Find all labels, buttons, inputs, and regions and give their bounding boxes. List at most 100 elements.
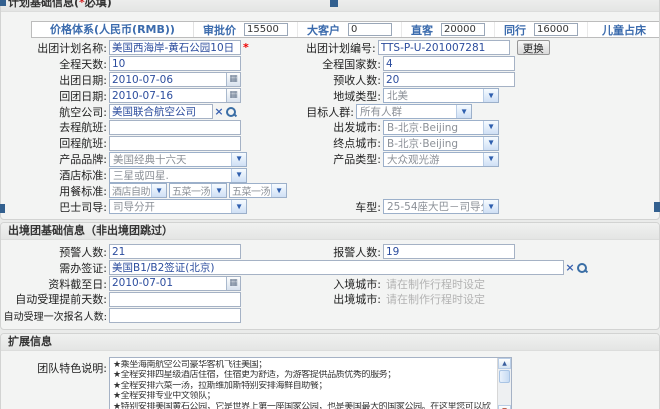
total-days-label: 全程天数: bbox=[1, 56, 107, 72]
peer-price-input[interactable] bbox=[534, 23, 578, 36]
change-plan-no-button[interactable]: 更换 bbox=[517, 40, 550, 55]
entry-city-placeholder: 请在制作行程时设定 bbox=[383, 276, 485, 292]
region-type-select[interactable]: 北美 bbox=[383, 88, 499, 103]
scroll-track[interactable] bbox=[498, 384, 511, 405]
child-bed-price-label: 儿童占床 bbox=[588, 22, 646, 38]
alarm-pax-input[interactable] bbox=[383, 244, 515, 259]
visa-input[interactable] bbox=[109, 260, 564, 275]
key-account-price-input[interactable] bbox=[348, 23, 392, 36]
return-date-input[interactable]: 2010-07-16 bbox=[109, 88, 241, 103]
product-type-select[interactable]: 大众观光游 bbox=[383, 152, 499, 167]
price-group-peer: 同行 bbox=[495, 22, 588, 37]
auto-accept-pax-label: 自动受理一次报名人数: bbox=[1, 308, 107, 323]
form-row: 出团日期: 2010-07-06 预收人数: bbox=[1, 72, 659, 88]
target-group-select[interactable]: 所有人群 bbox=[356, 104, 472, 119]
auto-accept-pax-input[interactable] bbox=[109, 308, 241, 323]
feature-desc-textarea[interactable]: ★乘坐海南航空公司豪华客机飞往美国； ★全程安排四星级酒店住宿，住宿更为舒适，为… bbox=[109, 357, 512, 409]
form-row: 资料截至日: 2010-07-01 入境城市: 请在制作行程时设定 bbox=[1, 276, 659, 292]
scroll-thumb[interactable] bbox=[499, 370, 510, 383]
bus-guide-select[interactable]: 司导分开 bbox=[109, 199, 247, 214]
country-count-label: 全程国家数: bbox=[247, 56, 381, 72]
price-system-bar: 价格体系(人民币(RMB)) 审批价 大客户 直客 同行 儿童占床 bbox=[31, 21, 660, 38]
select-arrow-icon[interactable] bbox=[483, 89, 498, 102]
form-row: 需办签证: bbox=[1, 260, 659, 276]
direct-price-input[interactable] bbox=[441, 23, 485, 36]
form-row: 航空公司: 目标人群: 所有人群 bbox=[1, 104, 659, 120]
search-icon[interactable] bbox=[576, 262, 588, 274]
expected-pax-input[interactable] bbox=[383, 72, 515, 87]
section-title-outbound: 出境团基础信息（非出境团跳过） bbox=[1, 223, 659, 240]
select-arrow-icon[interactable] bbox=[483, 153, 498, 166]
calendar-icon[interactable] bbox=[226, 277, 240, 290]
form-row: 出团计划名称: * 出团计划编号: 更换 bbox=[1, 40, 659, 56]
approval-price-input[interactable] bbox=[244, 23, 288, 36]
target-group-value: 所有人群 bbox=[357, 104, 456, 119]
depart-date-input[interactable]: 2010-07-06 bbox=[109, 72, 241, 87]
plan-no-label: 出团计划编号: bbox=[249, 40, 376, 56]
brand-value: 美国经典十六天 bbox=[110, 152, 231, 167]
form-row: 回团日期: 2010-07-16 地域类型: 北美 bbox=[1, 88, 659, 104]
auto-accept-days-label: 自动受理提前天数: bbox=[1, 291, 107, 307]
calendar-icon[interactable] bbox=[226, 73, 240, 86]
select-arrow-icon[interactable] bbox=[483, 200, 498, 213]
clear-icon[interactable] bbox=[564, 261, 576, 274]
warning-pax-input[interactable] bbox=[109, 244, 241, 259]
depart-city-value: B-北京·Beijing bbox=[384, 120, 483, 135]
form-row: 预警人数: 报警人数: bbox=[1, 244, 659, 260]
meal-std-select-1[interactable]: 酒店自助 bbox=[109, 183, 167, 198]
select-arrow-icon[interactable] bbox=[231, 200, 246, 213]
direct-price-label: 直客 bbox=[411, 22, 433, 38]
brand-select[interactable]: 美国经典十六天 bbox=[109, 152, 247, 167]
form-row: 酒店标准: 三星或四星. bbox=[1, 167, 659, 183]
scrollbar[interactable] bbox=[497, 358, 511, 409]
plan-no-input[interactable] bbox=[378, 40, 510, 55]
vehicle-select[interactable]: 25-54座大巴－司导分开 bbox=[383, 199, 499, 214]
selection-handle bbox=[0, 204, 5, 213]
select-arrow-icon[interactable] bbox=[456, 105, 471, 118]
depart-city-select[interactable]: B-北京·Beijing bbox=[383, 120, 499, 135]
depart-flight-input[interactable] bbox=[109, 120, 241, 135]
panel-outbound-info: 出境团基础信息（非出境团跳过） 预警人数: 报警人数: 需办签证: 资料截至日:… bbox=[0, 222, 660, 330]
scroll-down-icon[interactable] bbox=[498, 405, 511, 409]
scroll-up-icon[interactable] bbox=[498, 358, 511, 369]
peer-price-label: 同行 bbox=[504, 22, 526, 38]
section-title-text: 计划基础信息( bbox=[8, 0, 79, 9]
meal-std-select-2[interactable]: 五菜一汤 bbox=[169, 183, 227, 198]
hotel-std-select[interactable]: 三星或四星. bbox=[109, 168, 247, 183]
return-flight-label: 回程航班: bbox=[1, 135, 107, 151]
price-system-label: 价格体系(人民币(RMB)) bbox=[32, 22, 194, 37]
approval-price-label: 审批价 bbox=[203, 22, 236, 38]
form-row: 回程航班: 终点城市: B-北京·Beijing bbox=[1, 135, 659, 151]
select-arrow-icon[interactable] bbox=[211, 184, 226, 197]
select-arrow-icon[interactable] bbox=[271, 184, 286, 197]
total-days-input[interactable] bbox=[109, 56, 241, 71]
end-city-select[interactable]: B-北京·Beijing bbox=[383, 136, 499, 151]
select-arrow-icon[interactable] bbox=[483, 121, 498, 134]
auto-accept-days-input[interactable] bbox=[109, 292, 241, 307]
price-group-key-account: 大客户 bbox=[298, 22, 402, 37]
return-date-label: 回团日期: bbox=[1, 88, 107, 104]
airline-input[interactable] bbox=[109, 104, 213, 119]
feature-desc-label: 团队特色说明: bbox=[1, 357, 107, 376]
search-icon[interactable] bbox=[225, 106, 237, 118]
plan-name-input[interactable] bbox=[109, 40, 241, 55]
select-arrow-icon[interactable] bbox=[151, 184, 166, 197]
feature-line: ★全程安排六菜一汤，拉斯维加斯特别安排海鲜自助餐； bbox=[113, 381, 495, 391]
select-arrow-icon[interactable] bbox=[483, 137, 498, 150]
meal-std-label: 用餐标准: bbox=[1, 183, 107, 199]
select-arrow-icon[interactable] bbox=[231, 169, 246, 182]
depart-date-value: 2010-07-06 bbox=[110, 74, 226, 86]
calendar-icon[interactable] bbox=[226, 89, 240, 102]
doc-deadline-value: 2010-07-01 bbox=[110, 277, 226, 289]
country-count-input[interactable] bbox=[383, 56, 515, 71]
form-row: 巴士司导: 司导分开 车型: 25-54座大巴－司导分开 bbox=[1, 199, 659, 215]
selection-handle bbox=[654, 202, 660, 212]
clear-icon[interactable] bbox=[213, 105, 225, 118]
return-flight-input[interactable] bbox=[109, 136, 241, 151]
return-date-value: 2010-07-16 bbox=[110, 90, 226, 102]
exit-city-placeholder: 请在制作行程时设定 bbox=[383, 291, 485, 307]
doc-deadline-input[interactable]: 2010-07-01 bbox=[109, 276, 241, 291]
select-arrow-icon[interactable] bbox=[231, 153, 246, 166]
feature-line: ★特别安排美国黄石公园，它是世界上第一座国家公园，也是美国最大的国家公园。在这里… bbox=[113, 402, 495, 409]
meal-std-select-3[interactable]: 五菜一汤 bbox=[229, 183, 287, 198]
